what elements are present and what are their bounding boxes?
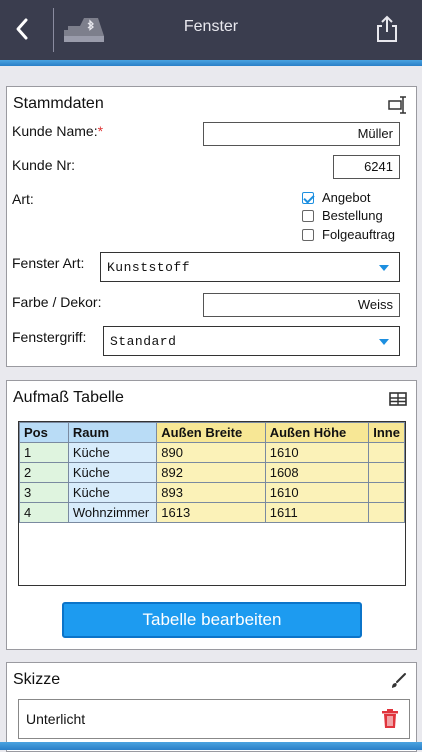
cell-breite: 1613 xyxy=(156,502,266,523)
cell-hoehe: 1608 xyxy=(264,462,370,483)
cell-breite: 890 xyxy=(156,442,266,463)
bottom-accent-line xyxy=(0,742,422,750)
section-title: Stammdaten xyxy=(13,95,104,112)
column-header-aussen-breite[interactable]: Außen Breite xyxy=(156,422,266,443)
fenster-art-select[interactable]: Kunststoff xyxy=(100,252,400,282)
measurement-table[interactable]: Pos Raum Außen Breite Außen Höhe Inne 1 … xyxy=(18,421,406,586)
fenster-art-label: Fenster Art: xyxy=(12,255,85,271)
checkbox-empty-icon xyxy=(302,209,314,222)
cell-innen xyxy=(368,502,405,523)
checkbox-empty-icon xyxy=(302,228,314,241)
fenstergriff-label: Fenstergriff: xyxy=(12,329,87,345)
page-title: Fenster xyxy=(183,18,239,35)
section-title: Skizze xyxy=(13,671,61,688)
cell-hoehe: 1611 xyxy=(264,502,370,523)
aufmass-section: Aufmaß Tabelle Pos Raum Außen Breite Auß… xyxy=(6,380,417,650)
chevron-down-icon xyxy=(379,265,389,271)
column-header-aussen-hoehe[interactable]: Außen Höhe xyxy=(264,422,370,443)
stammdaten-section: Stammdaten Kunde Name:* Müller Kunde Nr:… xyxy=(6,86,417,367)
top-bar: Fenster xyxy=(0,0,422,60)
sketch-item[interactable]: Unterlicht xyxy=(18,699,410,739)
checkbox-label: Angebot xyxy=(322,190,371,205)
cell-innen xyxy=(368,442,405,463)
cell-innen xyxy=(368,482,405,503)
table-row[interactable]: 3 Küche 893 1610 xyxy=(19,482,405,503)
checkbox-angebot[interactable]: Angebot xyxy=(302,190,370,205)
farbe-field[interactable]: Weiss xyxy=(203,293,400,317)
cell-hoehe: 1610 xyxy=(264,482,370,503)
cell-innen xyxy=(368,462,405,483)
table-header-row: Pos Raum Außen Breite Außen Höhe Inne xyxy=(19,422,405,443)
data-table: Pos Raum Außen Breite Außen Höhe Inne 1 … xyxy=(19,422,405,523)
chevron-down-icon xyxy=(379,339,389,345)
kunde-name-field[interactable]: Müller xyxy=(203,122,400,146)
table-row[interactable]: 2 Küche 892 1608 xyxy=(19,462,405,483)
trash-icon[interactable] xyxy=(381,709,399,729)
table-row[interactable]: 1 Küche 890 1610 xyxy=(19,442,405,463)
cell-hoehe: 1610 xyxy=(264,442,370,463)
column-header-innen[interactable]: Inne xyxy=(368,422,405,443)
edit-table-button[interactable]: Tabelle bearbeiten xyxy=(62,602,362,638)
checkbox-label: Folgeauftrag xyxy=(322,227,395,242)
fenstergriff-select[interactable]: Standard xyxy=(103,326,400,356)
cell-raum: Küche xyxy=(67,462,158,483)
kunde-nr-field[interactable]: 6241 xyxy=(333,155,400,179)
sketch-item-label: Unterlicht xyxy=(26,711,86,727)
cell-breite: 892 xyxy=(156,462,266,483)
cell-breite: 893 xyxy=(156,482,266,503)
section-title: Aufmaß Tabelle xyxy=(13,389,124,406)
checkbox-bestellung[interactable]: Bestellung xyxy=(302,208,383,223)
column-header-raum[interactable]: Raum xyxy=(67,422,158,443)
header-accent-line xyxy=(0,60,422,66)
kunde-name-label: Kunde Name:* xyxy=(12,123,104,139)
brush-icon[interactable] xyxy=(388,671,408,691)
table-icon[interactable] xyxy=(388,389,408,409)
column-header-pos[interactable]: Pos xyxy=(19,422,69,443)
skizze-section: Skizze Unterlicht xyxy=(6,662,417,752)
cell-pos: 2 xyxy=(19,462,69,483)
cell-raum: Wohnzimmer xyxy=(67,502,158,523)
cell-pos: 1 xyxy=(19,442,69,463)
text-cursor-icon[interactable] xyxy=(388,95,408,115)
select-value: Standard xyxy=(110,334,177,349)
cell-raum: Küche xyxy=(67,442,158,463)
share-icon[interactable] xyxy=(374,14,400,44)
table-row[interactable]: 4 Wohnzimmer 1613 1611 xyxy=(19,502,405,523)
checkbox-label: Bestellung xyxy=(322,208,383,223)
checkbox-checked-icon xyxy=(302,191,314,204)
kunde-nr-label: Kunde Nr: xyxy=(12,157,76,173)
cell-pos: 4 xyxy=(19,502,69,523)
select-value: Kunststoff xyxy=(107,260,191,275)
art-label: Art: xyxy=(12,191,34,207)
cell-pos: 3 xyxy=(19,482,69,503)
farbe-label: Farbe / Dekor: xyxy=(12,294,102,310)
cell-raum: Küche xyxy=(67,482,158,503)
checkbox-folgeauftrag[interactable]: Folgeauftrag xyxy=(302,227,395,242)
